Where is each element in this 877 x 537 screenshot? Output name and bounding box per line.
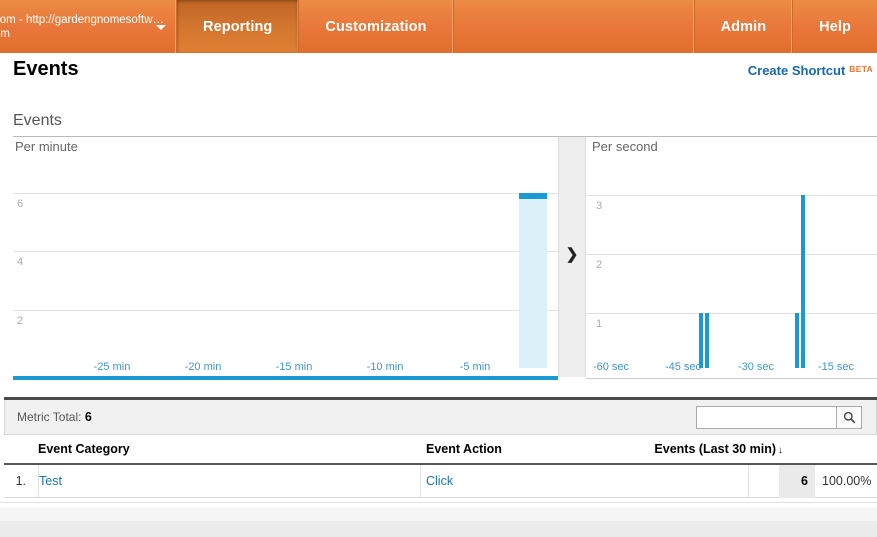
page-title: Events <box>13 58 79 80</box>
per-minute-baseline <box>13 376 558 380</box>
nav-spacer <box>454 0 695 53</box>
top-navigation-bar: com - http://gardengnomesoftw… om Report… <box>0 0 877 53</box>
col-events-last-30-min[interactable]: Events (Last 30 min) ↓ <box>654 442 783 456</box>
event-category-link[interactable]: Test <box>39 474 62 488</box>
per-second-baseline <box>586 378 877 379</box>
row-events-count: 6 <box>779 464 815 498</box>
per-minute-highlight-column[interactable] <box>519 193 547 368</box>
footer-band-dark <box>0 521 877 537</box>
account-selector-line1: com - http://gardengnomesoftw… <box>0 13 165 26</box>
xtick--30sec: -30 sec <box>737 361 775 373</box>
realtime-charts: Per minute 6 4 2 -25 min -20 min -15 min… <box>13 137 877 385</box>
table-search <box>696 406 862 429</box>
per-second-chart: Per second 3 2 1 -60 sec -45 sec -30 sec <box>586 137 877 385</box>
charts-divider: ❯ <box>558 137 586 377</box>
row-event-category: Test <box>38 464 421 498</box>
search-button[interactable] <box>836 406 862 429</box>
per-minute-bars <box>13 137 558 368</box>
table-header-row: Event Category Event Action Events (Last… <box>4 435 877 465</box>
per-minute-chart: Per minute 6 4 2 -25 min -20 min -15 min… <box>13 137 558 385</box>
xtick--5min: -5 min <box>459 361 491 373</box>
row-events-percent: 100.00% <box>822 474 872 488</box>
chevron-down-icon <box>156 24 166 30</box>
col-events-label: Events (Last 30 min) <box>654 442 776 456</box>
create-shortcut-link[interactable]: Create Shortcut <box>748 63 846 78</box>
xtick--10min: -10 min <box>366 361 404 373</box>
row-event-action: Click <box>426 464 749 498</box>
per-minute-plot: 6 4 2 <box>13 137 558 368</box>
tab-customization[interactable]: Customization <box>299 0 454 53</box>
xtick--60sec: -60 sec <box>592 361 630 373</box>
table-row: 1. Test Click 6 100.00% <box>4 464 877 498</box>
footer-rule <box>0 502 877 503</box>
per-second-bar-4[interactable] <box>801 195 805 368</box>
per-minute-chart-label: Per minute <box>15 139 78 154</box>
page-header: Events Create Shortcut BETA <box>0 53 877 91</box>
xtick--15min: -15 min <box>275 361 313 373</box>
tab-help[interactable]: Help <box>793 0 877 53</box>
per-second-xaxis: -60 sec -45 sec -30 sec -15 sec <box>586 361 877 375</box>
per-minute-bar-value-6[interactable] <box>519 193 547 199</box>
beta-badge: BETA <box>849 64 873 74</box>
per-second-bar-2[interactable] <box>705 313 709 368</box>
metric-total-value: 6 <box>84 410 92 424</box>
metric-total-bar: Metric Total: 6 <box>4 400 877 435</box>
xtick--15sec: -15 sec <box>817 361 855 373</box>
metric-total: Metric Total: 6 <box>17 410 92 424</box>
metric-total-label: Metric Total: <box>17 410 82 424</box>
section-title: Events <box>13 112 62 129</box>
per-second-bar-3[interactable] <box>795 313 799 368</box>
row-index: 1. <box>15 474 26 488</box>
per-minute-xaxis: -25 min -20 min -15 min -10 min -5 min <box>13 361 558 375</box>
xtick--20min: -20 min <box>184 361 222 373</box>
account-selector[interactable]: com - http://gardengnomesoftw… om <box>0 0 177 53</box>
xtick--45sec: -45 sec <box>664 361 702 373</box>
tab-admin[interactable]: Admin <box>695 0 794 53</box>
event-action-link[interactable]: Click <box>426 474 453 488</box>
chevron-right-icon[interactable]: ❯ <box>566 247 579 262</box>
per-second-chart-label: Per second <box>592 139 658 154</box>
search-input[interactable] <box>696 406 836 429</box>
footer-band-light <box>0 507 877 521</box>
nav-right-group: Admin Help <box>695 0 877 53</box>
per-second-bar-1[interactable] <box>699 313 703 368</box>
per-second-plot: 3 2 1 <box>586 137 877 368</box>
analytics-realtime-events-page: com - http://gardengnomesoftw… om Report… <box>0 0 877 537</box>
account-selector-line2: om <box>0 27 10 40</box>
xtick--25min: -25 min <box>93 361 131 373</box>
create-shortcut-group: Create Shortcut BETA <box>748 63 873 78</box>
per-second-bars <box>586 137 877 368</box>
search-icon <box>843 411 855 424</box>
tab-reporting[interactable]: Reporting <box>177 0 300 53</box>
sort-descending-icon: ↓ <box>778 445 783 456</box>
col-event-action[interactable]: Event Action <box>426 442 502 456</box>
col-event-category[interactable]: Event Category <box>38 442 130 456</box>
events-table: Metric Total: 6 Event Category Event Act… <box>4 397 877 498</box>
